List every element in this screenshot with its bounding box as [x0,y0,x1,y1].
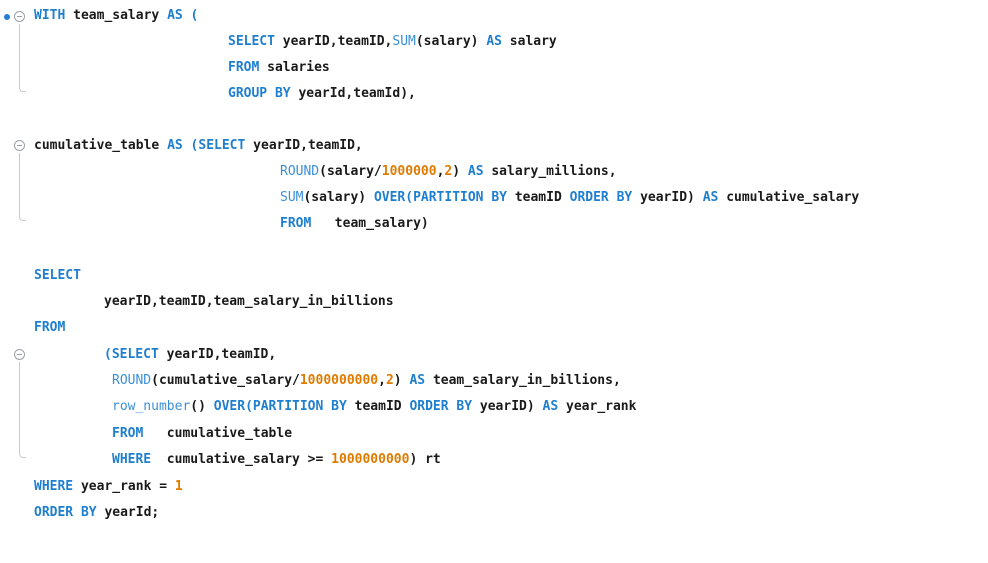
number-literal: 1 [174,479,183,494]
code-line[interactable]: ORDER BY yearId; [0,503,159,523]
code-line[interactable]: FROM team_salary) [0,214,429,234]
identifier: (cumulative_salary/ [151,373,300,388]
identifier: (salary) [415,34,479,49]
punctuation: ( [190,8,199,23]
keyword: OVER(PARTITION BY [213,399,347,414]
code-line[interactable]: ROUND(salary/1000000,2) AS salary_millio… [0,162,617,182]
identifier: cumulative_salary [726,190,860,205]
keyword: ORDER BY [569,190,633,205]
identifier: yearID) [479,399,535,414]
number-literal: 1000000000 [299,373,379,388]
code-line[interactable]: SELECT [0,266,81,286]
code-line[interactable]: SUM(salary) OVER(PARTITION BY teamID ORD… [0,188,859,208]
function-name: ROUND [280,164,320,179]
identifier: year_rank [566,399,637,414]
identifier: teamID [354,399,402,414]
function-name: SUM [280,190,304,205]
code-line[interactable]: yearID,teamID,team_salary_in_billions [0,292,394,312]
identifier: cumulative_salary >= [166,452,324,467]
number-literal: 1000000 [381,164,437,179]
identifier: yearID,teamID,team_salary_in_billions [104,294,394,309]
function-name: ROUND [112,373,152,388]
keyword: AS [409,373,426,388]
keyword: FROM [112,426,144,441]
punctuation: ) [452,164,461,179]
function-name: SUM [392,34,416,49]
keyword: GROUP BY [228,86,291,101]
keyword: WITH [34,8,66,23]
sql-editor[interactable]: WITH team_salary AS ( SELECT yearID,team… [0,0,988,533]
identifier: salary [509,34,557,49]
keyword: AS [542,399,559,414]
keyword: WHERE [112,452,152,467]
keyword: OVER(PARTITION BY [373,190,507,205]
code-line[interactable]: row_number() OVER(PARTITION BY teamID OR… [0,397,636,417]
punctuation: , [378,373,386,388]
keyword: AS [702,190,719,205]
keyword: ORDER BY [409,399,473,414]
function-name: row_number [112,399,191,414]
identifier: (salary/ [319,164,382,179]
number-literal: 2 [385,373,394,388]
code-line[interactable]: FROM [0,318,65,338]
code-line[interactable]: WHERE cumulative_salary >= 1000000000) r… [0,450,441,470]
identifier: salary_millions, [491,164,617,179]
code-line[interactable]: GROUP BY yearId,teamId), [0,84,416,104]
identifier: year_rank = [80,479,168,494]
code-line[interactable]: WITH team_salary AS ( [0,6,198,26]
identifier: yearID,teamID, [253,138,363,153]
keyword: AS [167,138,183,153]
identifier: cumulative_table [166,426,293,441]
keyword: FROM [34,320,66,335]
identifier: team_salary_in_billions, [432,373,621,388]
keyword: FROM [228,60,260,75]
code-line[interactable]: FROM salaries [0,58,330,78]
identifier: (salary) [303,190,367,205]
code-line[interactable]: ROUND(cumulative_salary/1000000000,2) AS… [0,371,621,391]
identifier: cumulative_table [34,138,160,153]
keyword: (SELECT [104,347,159,362]
identifier: salaries [267,60,330,75]
keyword: (SELECT [190,138,246,153]
keyword: SELECT [228,34,275,49]
identifier: yearId; [104,505,160,520]
identifier: ) rt [409,452,441,467]
identifier: teamID [514,190,562,205]
identifier: yearId,teamId), [298,86,416,101]
keyword: SELECT [34,268,81,283]
identifier: yearID,teamID, [166,347,277,362]
code-line[interactable]: cumulative_table AS (SELECT yearID,teamI… [0,136,363,156]
keyword: AS [467,164,484,179]
keyword: WHERE [34,479,74,494]
keyword: AS [486,34,502,49]
identifier: team_salary) [334,216,429,231]
identifier: yearID,teamID, [282,34,393,49]
number-literal: 1000000000 [331,452,410,467]
keyword: ORDER BY [34,505,97,520]
keyword: FROM [280,216,312,231]
code-line[interactable]: SELECT yearID,teamID,SUM(salary) AS sala… [0,32,557,52]
identifier: yearID) [640,190,695,205]
code-line[interactable]: (SELECT yearID,teamID, [0,345,276,365]
code-line[interactable]: FROM cumulative_table [0,424,292,444]
keyword: AS [167,8,183,23]
identifier: team_salary [73,8,160,23]
punctuation: () [190,399,206,414]
code-line[interactable]: WHERE year_rank = 1 [0,477,183,497]
punctuation: ) [393,373,402,388]
